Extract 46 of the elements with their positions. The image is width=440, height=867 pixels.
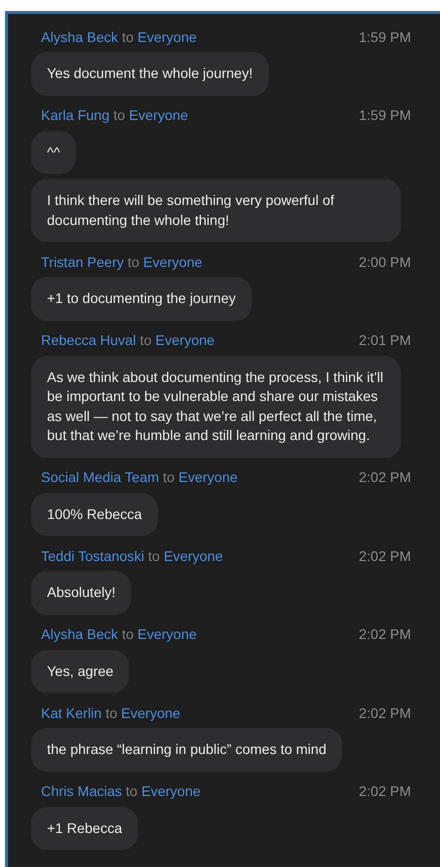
recipient-name: Everyone: [155, 332, 215, 348]
sender-name: Rebecca Huval: [41, 332, 136, 348]
sender-name: Social Media Team: [41, 469, 160, 485]
sender-name: Karla Fung: [41, 107, 110, 123]
to-label: to: [106, 704, 118, 720]
message-bubble: 100% Rebecca: [31, 492, 158, 536]
to-label: to: [122, 28, 134, 44]
message-bubble: +1 to documenting the journey: [31, 277, 252, 320]
message-bubble: As we think about documenting the process, I think it’ll be important to be vulnerable and share our mistakes as well — not to say that we’re all perfect all the time, but that we’re humble and still learning and growing.: [31, 356, 401, 458]
to-label: to: [162, 469, 175, 485]
sender-name: Alysha Beck: [41, 28, 118, 44]
recipient-name: Everyone: [143, 254, 202, 270]
message-time: 1:59 PM: [358, 106, 411, 125]
message-bubble: I think there will be something very powerful of documenting the whole thing!: [31, 179, 401, 242]
to-label: to: [122, 626, 134, 642]
message-time: 2:02 PM: [358, 468, 411, 487]
recipient-name: Everyone: [178, 469, 238, 485]
message-bubble: ^^: [31, 130, 76, 174]
to-label: to: [128, 254, 140, 270]
message-time: 2:00 PM: [358, 252, 411, 272]
message-bubble: +1 Rebecca: [31, 806, 138, 850]
to-label: to: [126, 783, 138, 799]
message-time: 1:59 PM: [358, 28, 411, 46]
recipient-name: Everyone: [138, 28, 197, 44]
recipient-name: Everyone: [141, 783, 201, 799]
recipient-name: Everyone: [138, 626, 197, 642]
message-time: 2:02 PM: [358, 782, 411, 801]
recipient-name: Everyone: [121, 704, 180, 720]
message-bubble: the phrase “learning in public” comes to mind: [31, 728, 342, 772]
sender-name: Alysha Beck: [41, 626, 118, 642]
to-label: to: [140, 332, 152, 348]
message-bubble: Absolutely!: [31, 571, 132, 614]
message-time: 2:01 PM: [358, 331, 411, 350]
sender-name: Kat Kerlin: [41, 704, 102, 720]
sender-name: Chris Macias: [41, 783, 122, 799]
recipient-name: Everyone: [128, 107, 188, 123]
sender-name: Tristan Peery: [41, 254, 124, 270]
sender-name: Teddi Tostanoski: [41, 548, 144, 564]
message-time: 2:02 PM: [358, 546, 411, 566]
recipient-name: Everyone: [164, 548, 223, 564]
message-time: 2:02 PM: [358, 625, 411, 644]
to-label: to: [113, 107, 126, 123]
message-bubble: Yes document the whole journey!: [31, 52, 269, 96]
to-label: to: [148, 548, 160, 564]
message-time: 2:02 PM: [358, 704, 411, 722]
message-bubble: Yes, agree: [31, 650, 130, 693]
